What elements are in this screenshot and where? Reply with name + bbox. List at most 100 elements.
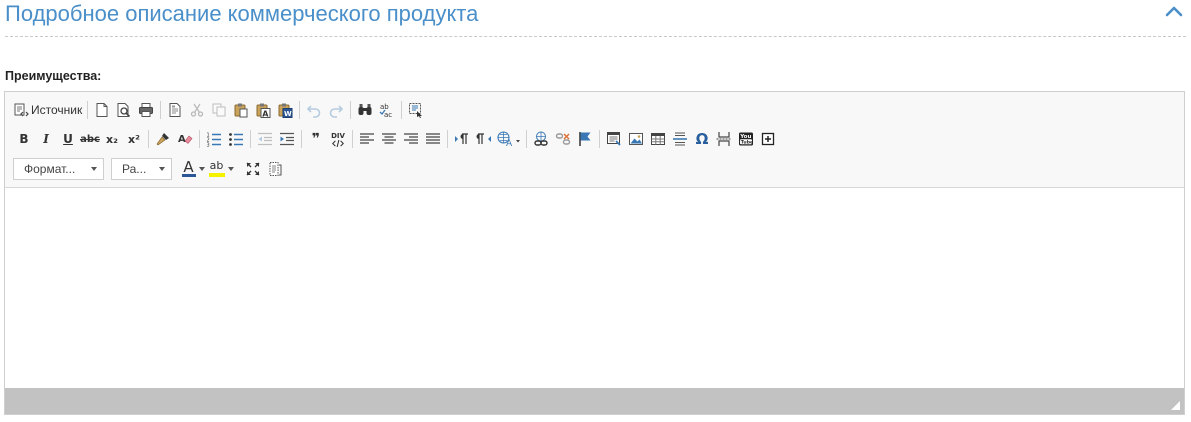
- chevron-down-icon: [159, 167, 165, 171]
- toolbar-separator: [299, 101, 301, 119]
- indent-icon: [280, 132, 294, 146]
- align-center-icon: [382, 133, 396, 144]
- source-button[interactable]: Источник: [13, 98, 84, 122]
- toolbar-separator: [199, 130, 200, 148]
- div-container-button[interactable]: DIV: [327, 127, 349, 151]
- svg-text:W: W: [284, 110, 292, 118]
- text-color-button[interactable]: A: [179, 157, 207, 181]
- svg-text:A: A: [263, 109, 270, 118]
- editor-content-area[interactable]: [5, 188, 1184, 389]
- size-combo-value: Ра...: [122, 162, 147, 176]
- templates-icon: [169, 103, 181, 117]
- bulleted-list-button[interactable]: [225, 127, 247, 151]
- collapse-button[interactable]: [1163, 2, 1185, 20]
- bg-color-icon: ab: [208, 160, 225, 177]
- section-title: Подробное описание коммерческого продукт…: [5, 1, 479, 26]
- div-label: DIV: [331, 131, 345, 140]
- special-char-button[interactable]: Ω: [691, 127, 713, 151]
- remove-format-button[interactable]: A: [174, 127, 196, 151]
- copy-button[interactable]: [208, 98, 230, 122]
- resize-grip-icon[interactable]: [1171, 401, 1180, 410]
- svg-text:ac: ac: [384, 111, 392, 118]
- toolbar-separator: [526, 130, 527, 148]
- numbered-list-button[interactable]: 1 2 3: [203, 127, 225, 151]
- preview-button[interactable]: [113, 98, 135, 122]
- svg-text:A: A: [506, 139, 513, 147]
- find-icon: [358, 104, 372, 115]
- redo-button[interactable]: [325, 98, 347, 122]
- toolbar-separator: [447, 130, 448, 148]
- section-header: Подробное описание коммерческого продукт…: [0, 0, 1191, 38]
- chevron-down-icon: [198, 167, 205, 171]
- print-icon: [139, 103, 154, 117]
- source-label: Источник: [31, 103, 83, 117]
- underline-button[interactable]: U: [57, 127, 79, 151]
- undo-icon: [307, 105, 321, 118]
- chevron-down-icon: [91, 167, 97, 171]
- paste-word-icon: W: [278, 103, 293, 118]
- cut-icon: [191, 103, 204, 117]
- templates-button[interactable]: [164, 98, 186, 122]
- table-button[interactable]: [647, 127, 669, 151]
- select-all-button[interactable]: [405, 98, 427, 122]
- youtube-button[interactable]: You Tube: [735, 127, 757, 151]
- align-left-button[interactable]: [356, 127, 378, 151]
- outdent-button[interactable]: [254, 127, 276, 151]
- indent-button[interactable]: [276, 127, 298, 151]
- iframe-button[interactable]: [603, 127, 625, 151]
- paste-word-button[interactable]: W: [274, 98, 296, 122]
- italic-button[interactable]: I: [35, 127, 57, 151]
- paste-text-icon: A: [256, 103, 271, 118]
- rtl-button[interactable]: [473, 127, 495, 151]
- spellcheck-button[interactable]: ab ac: [376, 98, 398, 122]
- format-combo-value: Формат...: [24, 162, 76, 176]
- show-blocks-button[interactable]: [264, 157, 286, 181]
- paste-button[interactable]: [230, 98, 252, 122]
- print-button[interactable]: [135, 98, 157, 122]
- spellcheck-icon: ab ac: [379, 103, 393, 118]
- unlink-button[interactable]: [552, 127, 574, 151]
- toolbar-separator: [250, 130, 251, 148]
- align-right-button[interactable]: [400, 127, 422, 151]
- blockquote-button[interactable]: ❞: [305, 127, 327, 151]
- outdent-icon: [258, 132, 272, 146]
- bold-button[interactable]: B: [13, 127, 35, 151]
- subscript-button[interactable]: x₂: [101, 127, 123, 151]
- image-button[interactable]: [625, 127, 647, 151]
- link-button[interactable]: [530, 127, 552, 151]
- toolbar-separator: [301, 130, 302, 148]
- language-button[interactable]: A: [495, 127, 523, 151]
- svg-text:3: 3: [207, 143, 210, 148]
- format-combo[interactable]: Формат...: [13, 158, 104, 180]
- select-all-icon: [409, 103, 423, 118]
- toolbar-separator: [401, 101, 403, 119]
- copy-format-button[interactable]: [152, 127, 174, 151]
- toolbar-separator: [352, 130, 353, 148]
- iframe-icon: [607, 132, 621, 146]
- bg-color-button[interactable]: ab: [207, 157, 235, 181]
- find-button[interactable]: [354, 98, 376, 122]
- remove-format-icon: A: [178, 134, 193, 145]
- paste-text-button[interactable]: A: [252, 98, 274, 122]
- maximize-icon: [246, 162, 260, 176]
- ltr-button[interactable]: [451, 127, 473, 151]
- page-break-button[interactable]: [713, 127, 735, 151]
- toolbar-separator: [599, 130, 600, 148]
- undo-button[interactable]: [303, 98, 325, 122]
- toolbar-separator: [160, 101, 162, 119]
- chevron-up-icon: [1165, 6, 1183, 17]
- superscript-button[interactable]: x²: [123, 127, 145, 151]
- plus-box-button[interactable]: [757, 127, 779, 151]
- strike-button[interactable]: abc: [79, 127, 101, 151]
- unlink-icon: [555, 133, 571, 145]
- justify-button[interactable]: [422, 127, 444, 151]
- new-page-button[interactable]: [91, 98, 113, 122]
- source-icon: [14, 103, 29, 117]
- maximize-button[interactable]: [242, 157, 264, 181]
- bulleted-list-icon: [229, 133, 243, 146]
- align-center-button[interactable]: [378, 127, 400, 151]
- size-combo[interactable]: Ра...: [111, 158, 172, 180]
- horizontal-line-button[interactable]: [669, 127, 691, 151]
- anchor-button[interactable]: [574, 127, 596, 151]
- cut-button[interactable]: [186, 98, 208, 122]
